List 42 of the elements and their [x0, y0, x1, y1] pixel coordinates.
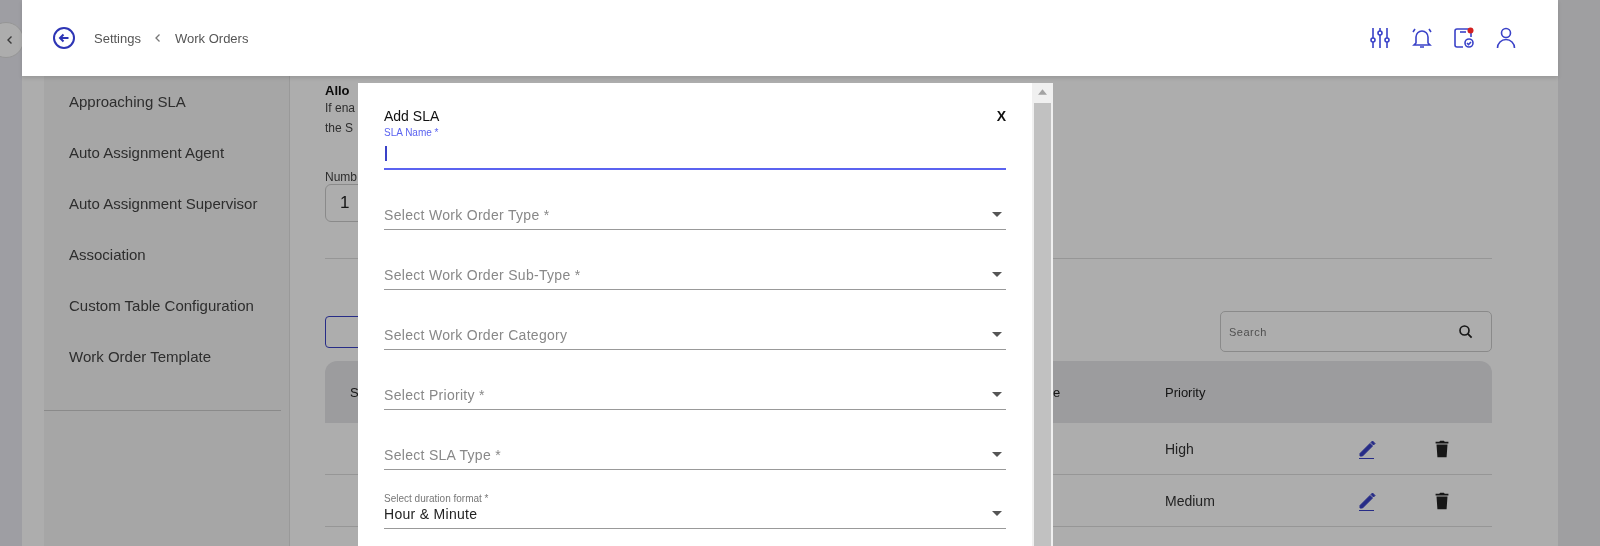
select-field[interactable]: Select Work Order Type *	[384, 170, 1006, 230]
dropdown-caret-icon	[992, 452, 1002, 457]
setting-description: If ena	[325, 100, 356, 117]
table-cell: Medium	[1165, 492, 1215, 509]
sidebar-item[interactable]: Custom Table Configuration	[44, 280, 289, 331]
sliders-icon[interactable]	[1368, 26, 1392, 50]
dropdown-caret-icon	[992, 392, 1002, 397]
select-field[interactable]: Select Work Order Sub-Type *	[384, 230, 1006, 290]
chevron-left-icon	[153, 33, 163, 43]
setting-title: Allo	[325, 83, 350, 98]
sidebar-item[interactable]: Work Order Template	[44, 331, 289, 382]
select-field[interactable]: Select Priority *	[384, 350, 1006, 410]
select-field[interactable]: Select Work Order Category	[384, 290, 1006, 350]
breadcrumb-link[interactable]: Settings	[94, 30, 141, 46]
dialog-title: Add SLA	[384, 108, 440, 124]
dropdown-caret-icon	[992, 272, 1002, 277]
dropdown-caret-icon	[992, 511, 1002, 516]
number-label: Numb	[325, 170, 357, 184]
close-button[interactable]: X	[996, 108, 1006, 124]
sidebar-item[interactable]: Association	[44, 229, 289, 280]
bell-icon[interactable]	[1410, 26, 1434, 50]
search-field[interactable]: Search	[1220, 311, 1492, 352]
back-icon[interactable]	[52, 26, 76, 50]
select-field[interactable]: Select duration format * Hour & Minute	[384, 470, 1006, 529]
column-header: e	[1053, 384, 1061, 400]
select-field[interactable]: Select SLA Type *	[384, 410, 1006, 470]
column-header: Priority	[1165, 384, 1206, 400]
column-header: S	[350, 384, 359, 400]
scrollbar[interactable]	[1032, 83, 1053, 546]
sidebar-item[interactable]: Approaching SLA	[44, 76, 289, 127]
dropdown-caret-icon	[992, 332, 1002, 337]
user-icon[interactable]	[1494, 26, 1518, 50]
sidebar-item[interactable]: Auto Assignment Supervisor	[44, 178, 289, 229]
setting-description: the S	[325, 120, 354, 137]
sidebar-item[interactable]: Auto Assignment Agent	[44, 127, 289, 178]
search-icon	[1457, 322, 1475, 341]
breadcrumb-current: Work Orders	[175, 30, 249, 46]
sla-name-field[interactable]: SLA Name *	[384, 124, 1006, 170]
calendar-check-icon[interactable]	[1452, 26, 1476, 50]
dropdown-caret-icon	[992, 212, 1002, 217]
table-cell: High	[1165, 440, 1194, 457]
chevron-left-icon	[5, 35, 15, 45]
